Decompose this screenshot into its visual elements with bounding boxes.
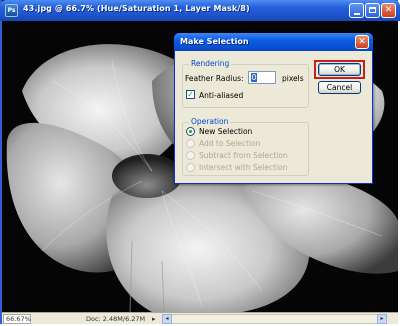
add-to-selection-label: Add to Selection	[199, 139, 261, 148]
scroll-left-icon[interactable]: ◂	[162, 314, 172, 324]
rendering-legend: Rendering	[189, 59, 232, 68]
maximize-button[interactable]	[365, 3, 380, 18]
maximize-icon	[369, 7, 376, 13]
dialog-titlebar[interactable]: Make Selection ✕	[174, 33, 373, 51]
anti-aliased-label: Anti-aliased	[199, 91, 244, 100]
subtract-from-selection-label: Subtract from Selection	[199, 151, 288, 160]
photoshop-icon: Ps	[5, 4, 18, 17]
dialog-title: Make Selection	[180, 37, 249, 46]
feather-radius-input[interactable]: 0	[248, 71, 276, 84]
intersect-with-selection-label: Intersect with Selection	[199, 163, 288, 172]
horizontal-scrollbar[interactable]	[162, 314, 387, 324]
minimize-icon	[353, 13, 360, 15]
new-selection-label: New Selection	[199, 127, 253, 136]
scroll-right-icon[interactable]: ▸	[377, 314, 387, 324]
doc-size-info: Doc: 2.48M/6.27M	[86, 315, 146, 323]
feather-radius-label: Feather Radius:	[185, 74, 244, 83]
subtract-from-selection-radio	[186, 151, 195, 160]
operation-legend: Operation	[189, 117, 231, 126]
window-title: 43.jpg @ 66.7% (Hue/Saturation 1, Layer …	[23, 4, 250, 13]
checkmark-icon: ✓	[187, 90, 194, 99]
rendering-group: Rendering	[182, 59, 309, 108]
status-bar: 66.67% Doc: 2.48M/6.27M ▸ ◂ ▸	[2, 312, 398, 324]
zoom-field[interactable]: 66.67%	[3, 314, 31, 324]
window-titlebar[interactable]: Ps 43.jpg @ 66.7% (Hue/Saturation 1, Lay…	[0, 0, 400, 21]
cancel-button[interactable]: Cancel	[318, 81, 361, 94]
ok-button[interactable]: OK	[318, 63, 361, 76]
feather-radius-value: 0	[251, 73, 257, 82]
close-icon: ✕	[384, 5, 393, 15]
intersect-with-selection-radio	[186, 163, 195, 172]
add-to-selection-radio	[186, 139, 195, 148]
close-icon: ✕	[358, 37, 366, 47]
dialog-close-button[interactable]: ✕	[355, 35, 369, 49]
status-menu-arrow-icon[interactable]: ▸	[152, 315, 156, 323]
anti-aliased-checkbox[interactable]: ✓	[186, 90, 195, 99]
close-button[interactable]: ✕	[381, 3, 396, 18]
make-selection-dialog: Make Selection ✕ Rendering Feather Radiu…	[174, 33, 373, 184]
feather-unit-label: pixels	[282, 74, 304, 83]
new-selection-radio[interactable]	[186, 127, 195, 136]
minimize-button[interactable]	[349, 3, 364, 18]
